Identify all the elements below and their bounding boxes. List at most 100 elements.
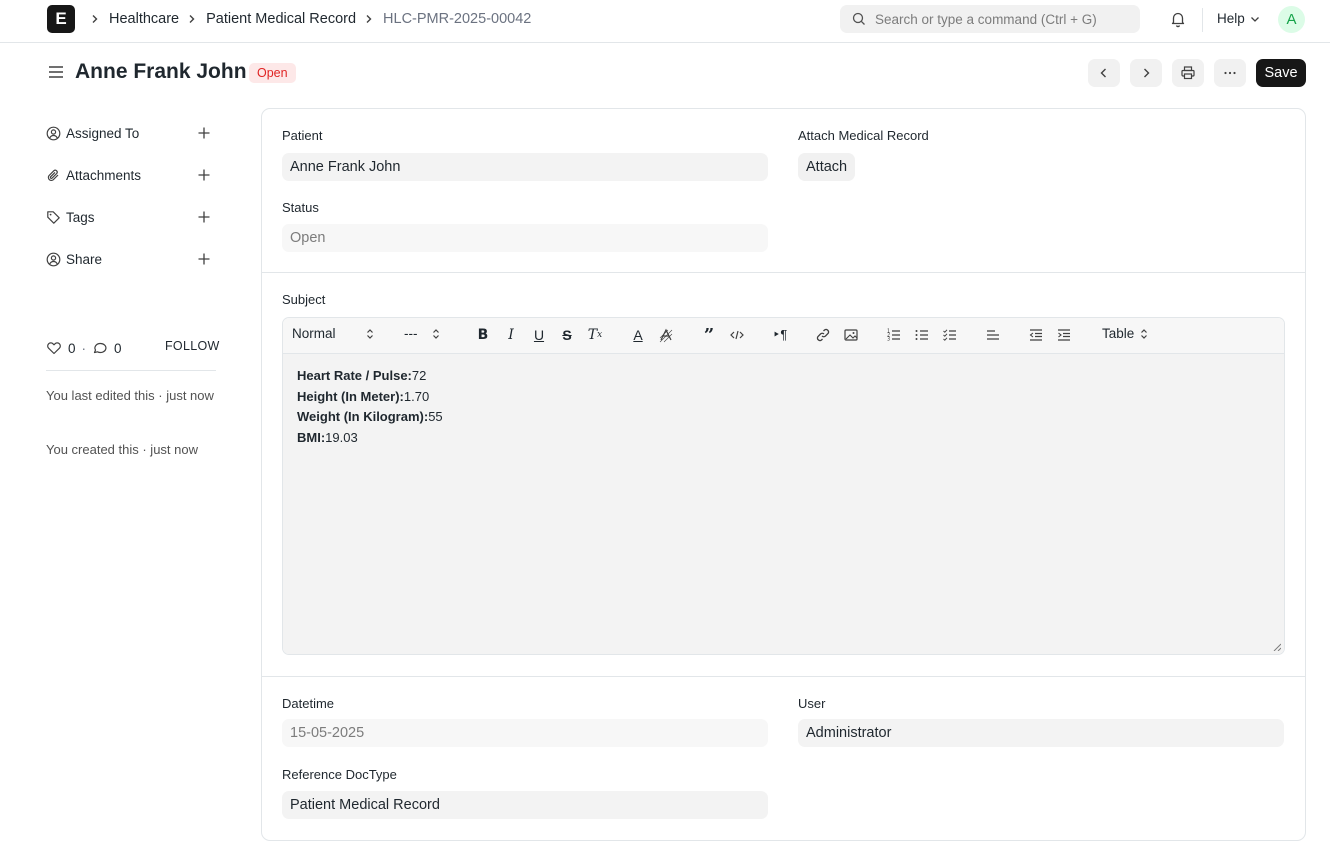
- bold-icon[interactable]: B: [474, 326, 492, 344]
- previous-doc-button[interactable]: [1088, 59, 1120, 87]
- patient-label: Patient: [282, 128, 323, 143]
- sidebar-item-label: Attachments: [66, 167, 142, 183]
- editor-line: BMI:19.03: [297, 428, 1270, 449]
- paperclip-icon: [47, 169, 59, 181]
- plus-icon[interactable]: [194, 249, 214, 269]
- save-button[interactable]: Save: [1256, 59, 1306, 87]
- format-select[interactable]: Normal: [292, 326, 374, 341]
- chevron-down-icon: [1250, 16, 1259, 22]
- reference-doctype-field[interactable]: Patient Medical Record: [282, 791, 768, 819]
- updown-icon: [366, 328, 373, 339]
- editor-line-key: Weight (In Kilogram):: [297, 409, 429, 425]
- strikethrough-icon[interactable]: S: [558, 326, 576, 344]
- patient-field[interactable]: Anne Frank John: [282, 153, 768, 181]
- search-icon: [852, 12, 865, 25]
- sidebar-item-label: Assigned To: [66, 125, 140, 141]
- app-logo[interactable]: E: [47, 5, 75, 33]
- sidebar-item-label: Tags: [66, 209, 95, 225]
- sidebar-item-attachments[interactable]: Attachments: [46, 165, 216, 185]
- size-select-value: ---: [404, 326, 418, 341]
- attach-medical-record-label: Attach Medical Record: [798, 128, 929, 143]
- created-note: You created this · just now: [46, 442, 198, 457]
- separator-dot: ·: [81, 340, 87, 356]
- follow-button[interactable]: FOLLOW: [165, 339, 220, 353]
- datetime-field[interactable]: 15-05-2025: [282, 719, 768, 747]
- plus-icon[interactable]: [194, 165, 214, 185]
- search-input[interactable]: [875, 11, 1135, 27]
- sidebar-item-tags[interactable]: Tags: [46, 207, 216, 227]
- subject-editor[interactable]: Normal --- B I U S Tx A ” ‣¶ 1 2 3 Table…: [282, 317, 1285, 655]
- help-dropdown[interactable]: Help: [1217, 11, 1260, 26]
- table-select-value: Table: [1102, 326, 1135, 341]
- chevron-right-icon: [90, 12, 100, 27]
- attach-button[interactable]: Attach: [798, 153, 856, 181]
- background-color-icon[interactable]: [657, 326, 675, 344]
- share-user-icon: [46, 252, 61, 266]
- like-count: 0: [68, 340, 76, 356]
- search-bar[interactable]: [840, 5, 1140, 33]
- user-field[interactable]: Administrator: [798, 719, 1284, 747]
- updown-icon: [432, 328, 439, 339]
- avatar[interactable]: A: [1278, 6, 1305, 33]
- bell-icon[interactable]: [1168, 9, 1188, 29]
- user-circle-icon: [46, 126, 61, 140]
- comment-icon[interactable]: [92, 340, 108, 356]
- sidebar-divider: [46, 370, 216, 371]
- status-field[interactable]: Open: [282, 224, 768, 252]
- section-divider: [262, 676, 1305, 677]
- more-actions-button[interactable]: [1214, 59, 1246, 87]
- editor-line-value: 72: [411, 368, 427, 383]
- chevron-right-icon: [364, 12, 374, 27]
- size-select[interactable]: ---: [404, 326, 440, 341]
- format-select-value: Normal: [292, 326, 336, 341]
- table-select[interactable]: Table: [1102, 326, 1148, 341]
- navbar-divider: [1202, 8, 1203, 32]
- navbar: E Healthcare Patient Medical Record HLC-…: [0, 0, 1330, 43]
- reference-doctype-label: Reference DocType: [282, 767, 397, 782]
- user-label: User: [798, 696, 826, 711]
- status-label: Status: [282, 200, 319, 215]
- chevron-left-icon: [1100, 68, 1106, 78]
- ordered-list-icon[interactable]: 123: [885, 326, 903, 344]
- indent-icon[interactable]: [1055, 326, 1073, 344]
- heart-icon[interactable]: [46, 340, 62, 356]
- editor-toolbar: Normal --- B I U S Tx A ” ‣¶ 1 2 3 Table: [283, 318, 1284, 354]
- link-icon[interactable]: [814, 326, 832, 344]
- check-list-icon[interactable]: [941, 326, 959, 344]
- plus-icon[interactable]: [194, 207, 214, 227]
- last-edited-note: You last edited this · just now: [46, 388, 214, 403]
- blockquote-icon[interactable]: ”: [700, 325, 718, 346]
- editor-line-key: Heart Rate / Pulse:: [297, 368, 412, 383]
- underline-icon[interactable]: U: [530, 326, 548, 344]
- svg-text:3: 3: [887, 337, 890, 343]
- status-badge: Open: [249, 63, 296, 83]
- code-block-icon[interactable]: [728, 326, 746, 344]
- editor-line: Height (In Meter):1.70: [297, 387, 1270, 408]
- sidebar-toggle-icon[interactable]: [47, 63, 65, 81]
- print-button[interactable]: [1172, 59, 1204, 87]
- clear-format-icon[interactable]: Tx: [586, 326, 604, 344]
- align-left-icon[interactable]: [984, 326, 1002, 344]
- breadcrumb-healthcare[interactable]: Healthcare: [109, 11, 179, 27]
- editor-content[interactable]: Heart Rate / Pulse:72 Height (In Meter):…: [283, 354, 1284, 654]
- next-doc-button[interactable]: [1130, 59, 1162, 87]
- editor-line-key: Height (In Meter):: [297, 388, 404, 404]
- resize-handle-icon[interactable]: [1273, 643, 1281, 651]
- editor-line-value: 55: [428, 409, 443, 425]
- page-title: Anne Frank John: [75, 60, 247, 83]
- italic-icon[interactable]: I: [502, 326, 520, 344]
- plus-icon[interactable]: [194, 123, 214, 143]
- breadcrumb: Healthcare Patient Medical Record HLC-PM…: [88, 0, 537, 38]
- bullet-list-icon[interactable]: [913, 326, 931, 344]
- tag-icon: [47, 210, 60, 224]
- image-icon[interactable]: [842, 326, 860, 344]
- breadcrumb-current-doc[interactable]: HLC-PMR-2025-00042: [383, 11, 531, 27]
- text-color-icon[interactable]: A: [629, 326, 647, 344]
- section-divider: [262, 272, 1305, 273]
- subject-label: Subject: [282, 292, 326, 307]
- sidebar-item-share[interactable]: Share: [46, 249, 216, 269]
- outdent-icon[interactable]: [1027, 326, 1045, 344]
- sidebar-item-assigned-to[interactable]: Assigned To: [46, 123, 216, 143]
- text-direction-icon[interactable]: ‣¶: [771, 326, 789, 344]
- breadcrumb-patient-medical-record[interactable]: Patient Medical Record: [206, 11, 356, 27]
